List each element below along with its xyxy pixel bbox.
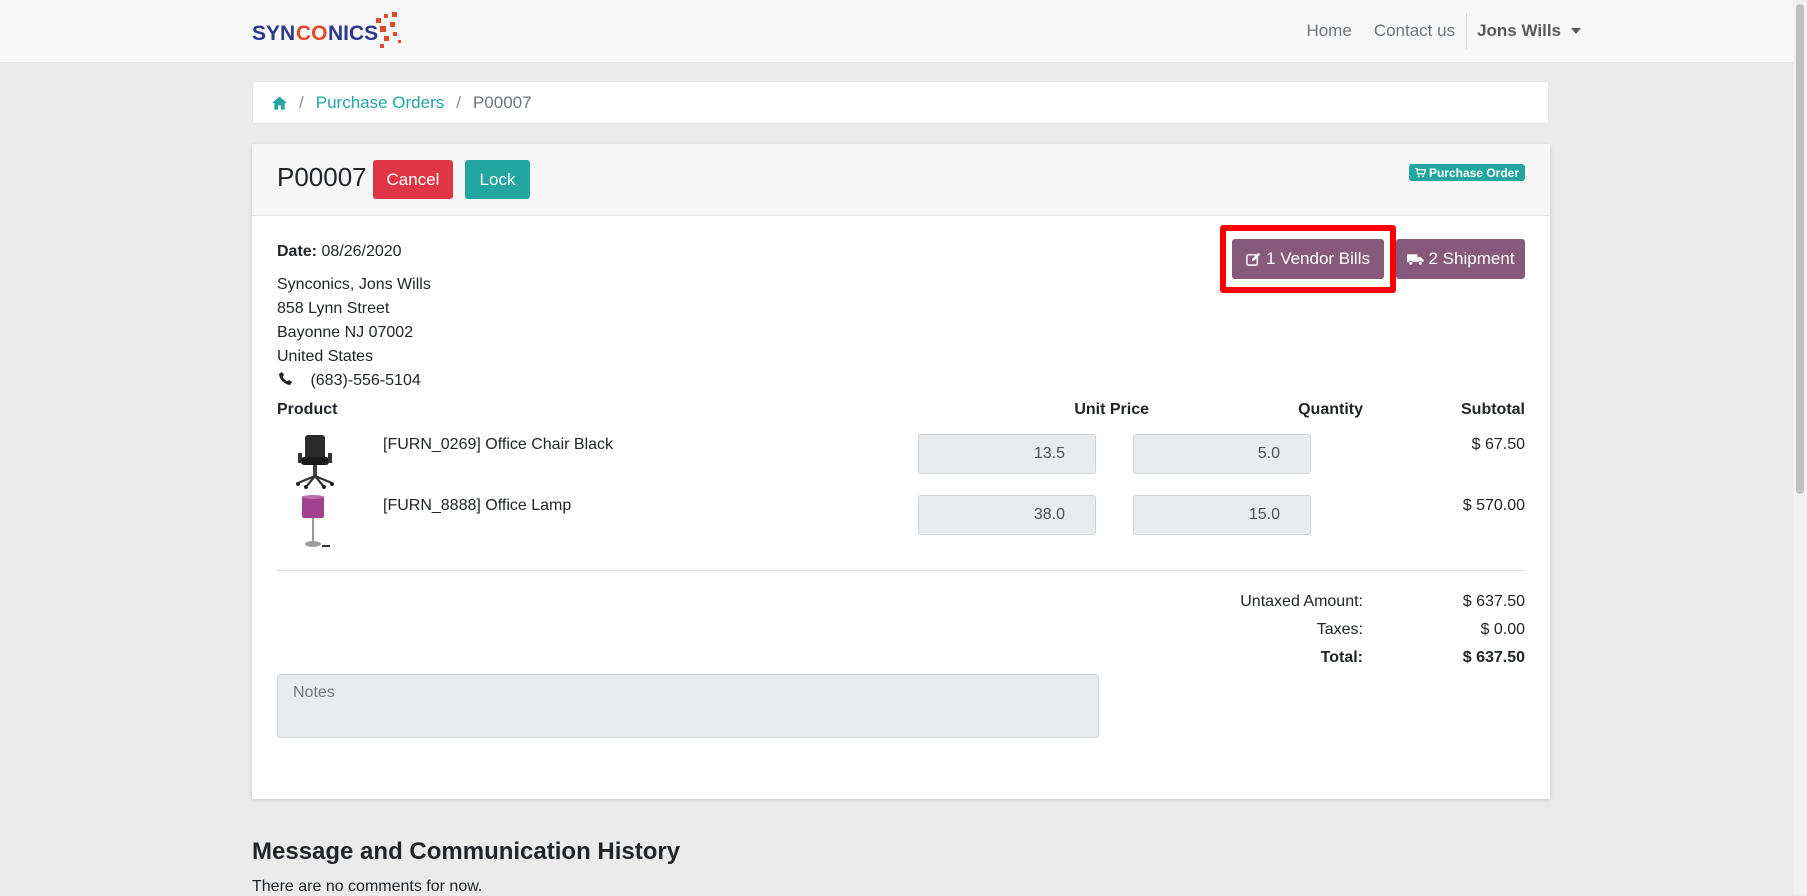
user-menu-dropdown[interactable]: Jons Wills: [1477, 21, 1581, 41]
date-label: Date:: [277, 243, 318, 260]
product-image-office-lamp: [290, 494, 340, 550]
breadcrumb-separator: /: [456, 92, 461, 112]
top-navbar: SYN CO NICS Home Contact us Jons Wills: [0, 0, 1807, 63]
history-title: Message and Communication History: [252, 838, 681, 865]
divider: [277, 570, 1525, 571]
cancel-button[interactable]: Cancel: [373, 160, 453, 199]
user-name: Jons Wills: [1477, 21, 1561, 40]
history-empty-message: There are no comments for now.: [252, 878, 483, 895]
shipment-button[interactable]: 2 Shipment: [1396, 239, 1525, 279]
vendor-bills-label: 1 Vendor Bills: [1266, 249, 1370, 268]
taxes-value: $ 0.00: [1480, 621, 1525, 638]
date-value: 08/26/2020: [321, 243, 402, 260]
untaxed-amount-value: $ 637.50: [1462, 593, 1525, 610]
svg-text:CO: CO: [296, 22, 328, 45]
phone-number: (683)-556-5104: [310, 372, 421, 389]
address-line: United States: [277, 348, 374, 365]
status-badge-label: Purchase Order: [1428, 165, 1519, 180]
nav-links: Home Contact us Jons Wills: [1284, 0, 1581, 62]
nav-contact-link[interactable]: Contact us: [1374, 21, 1455, 41]
order-date: Date: 08/26/2020: [277, 240, 431, 264]
unit-price-input[interactable]: 38.0: [918, 495, 1096, 535]
purchase-order-card: P00007 Cancel Lock Purchase Order 1 Vend…: [252, 144, 1550, 799]
breadcrumb: / Purchase Orders / P00007: [252, 81, 1549, 124]
shipment-label: 2 Shipment: [1428, 249, 1515, 268]
column-header-subtotal: Subtotal: [1461, 401, 1525, 418]
product-name: [FURN_8888] Office Lamp: [383, 497, 572, 514]
address-line: Bayonne NJ 07002: [277, 324, 414, 341]
product-name: [FURN_0269] Office Chair Black: [383, 436, 614, 453]
column-header-product: Product: [277, 401, 338, 418]
synconics-logo[interactable]: SYN CO NICS: [252, 10, 412, 52]
vendor-bills-button[interactable]: 1 Vendor Bills: [1232, 239, 1384, 279]
page-scrollbar[interactable]: [1793, 0, 1807, 894]
product-image-office-chair: [290, 433, 340, 489]
scrollbar-thumb[interactable]: [1796, 4, 1804, 494]
address-line: Synconics, Jons Wills: [277, 276, 431, 293]
svg-text:SYN: SYN: [252, 22, 295, 45]
notes-field[interactable]: [277, 674, 1099, 738]
page-title: P00007: [277, 162, 367, 192]
truck-icon: [1406, 253, 1424, 266]
cart-icon: [1414, 167, 1426, 177]
row-subtotal: $ 570.00: [1462, 497, 1525, 514]
phone-row: (683)-556-5104: [277, 369, 431, 393]
lock-button[interactable]: Lock: [465, 160, 530, 199]
unit-price-input[interactable]: 13.5: [918, 434, 1096, 474]
svg-text:NICS: NICS: [328, 22, 378, 45]
row-subtotal: $ 67.50: [1471, 436, 1525, 453]
phone-icon: [279, 372, 292, 385]
status-badge: Purchase Order: [1408, 164, 1525, 181]
total-value: $ 637.50: [1462, 649, 1525, 666]
edit-icon: [1246, 252, 1261, 266]
breadcrumb-purchase-orders[interactable]: Purchase Orders: [316, 93, 445, 113]
nav-home-link[interactable]: Home: [1306, 21, 1351, 41]
caret-down-icon: [1571, 28, 1581, 34]
address-line: 858 Lynn Street: [277, 300, 390, 317]
card-header: P00007 Cancel Lock Purchase Order: [252, 144, 1550, 216]
nav-divider: [1466, 13, 1468, 49]
breadcrumb-separator: /: [299, 92, 304, 112]
breadcrumb-current: P00007: [472, 92, 532, 112]
home-icon[interactable]: [272, 95, 287, 110]
order-info: Date: 08/26/2020 Synconics, Jons Wills 8…: [277, 240, 431, 393]
